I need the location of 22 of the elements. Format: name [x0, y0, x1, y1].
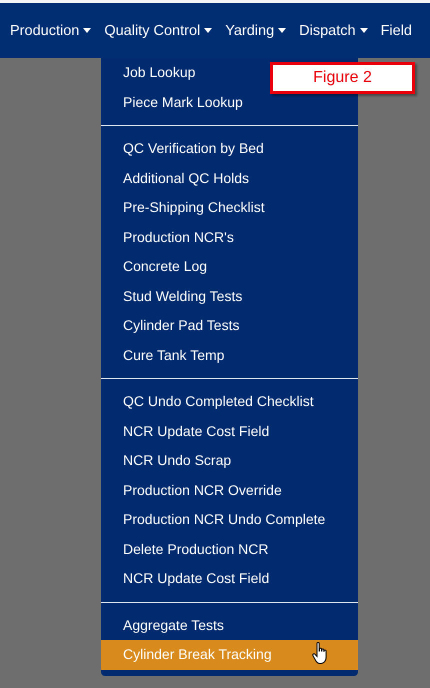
- menu-item[interactable]: QC Undo Completed Checklist: [101, 387, 358, 416]
- nav-menu[interactable]: Field: [380, 22, 412, 38]
- menu-item[interactable]: Aggregate Tests: [101, 610, 358, 640]
- menu-item[interactable]: Production NCR Override: [101, 476, 358, 505]
- figure-tooltip: Figure 2: [270, 62, 415, 94]
- menu-item[interactable]: Cure Tank Temp: [101, 340, 358, 370]
- menu-item[interactable]: Concrete Log: [101, 252, 358, 282]
- nav-menu[interactable]: Yarding: [225, 22, 286, 38]
- menu-item[interactable]: NCR Update Cost Field: [101, 416, 358, 446]
- menu-item[interactable]: Cylinder Pad Tests: [101, 311, 358, 340]
- nav-menu[interactable]: Quality Control: [104, 22, 212, 38]
- menu-item[interactable]: Production NCR Undo Complete: [101, 505, 358, 534]
- menu-item[interactable]: Delete Production NCR: [101, 534, 358, 564]
- menu-item[interactable]: Stud Welding Tests: [101, 282, 358, 311]
- nav-menu[interactable]: Production: [10, 22, 92, 38]
- menu-item[interactable]: QC Verification by Bed: [101, 134, 358, 164]
- menu-item[interactable]: Additional QC Holds: [101, 164, 358, 193]
- menu-item[interactable]: NCR Undo Scrap: [101, 446, 358, 476]
- menu-item[interactable]: Production NCR's: [101, 222, 358, 252]
- menu-item[interactable]: Pre-Shipping Checklist: [101, 193, 358, 222]
- nav-menu[interactable]: Dispatch: [299, 22, 368, 38]
- menu-item[interactable]: NCR Update Cost Field: [101, 564, 358, 594]
